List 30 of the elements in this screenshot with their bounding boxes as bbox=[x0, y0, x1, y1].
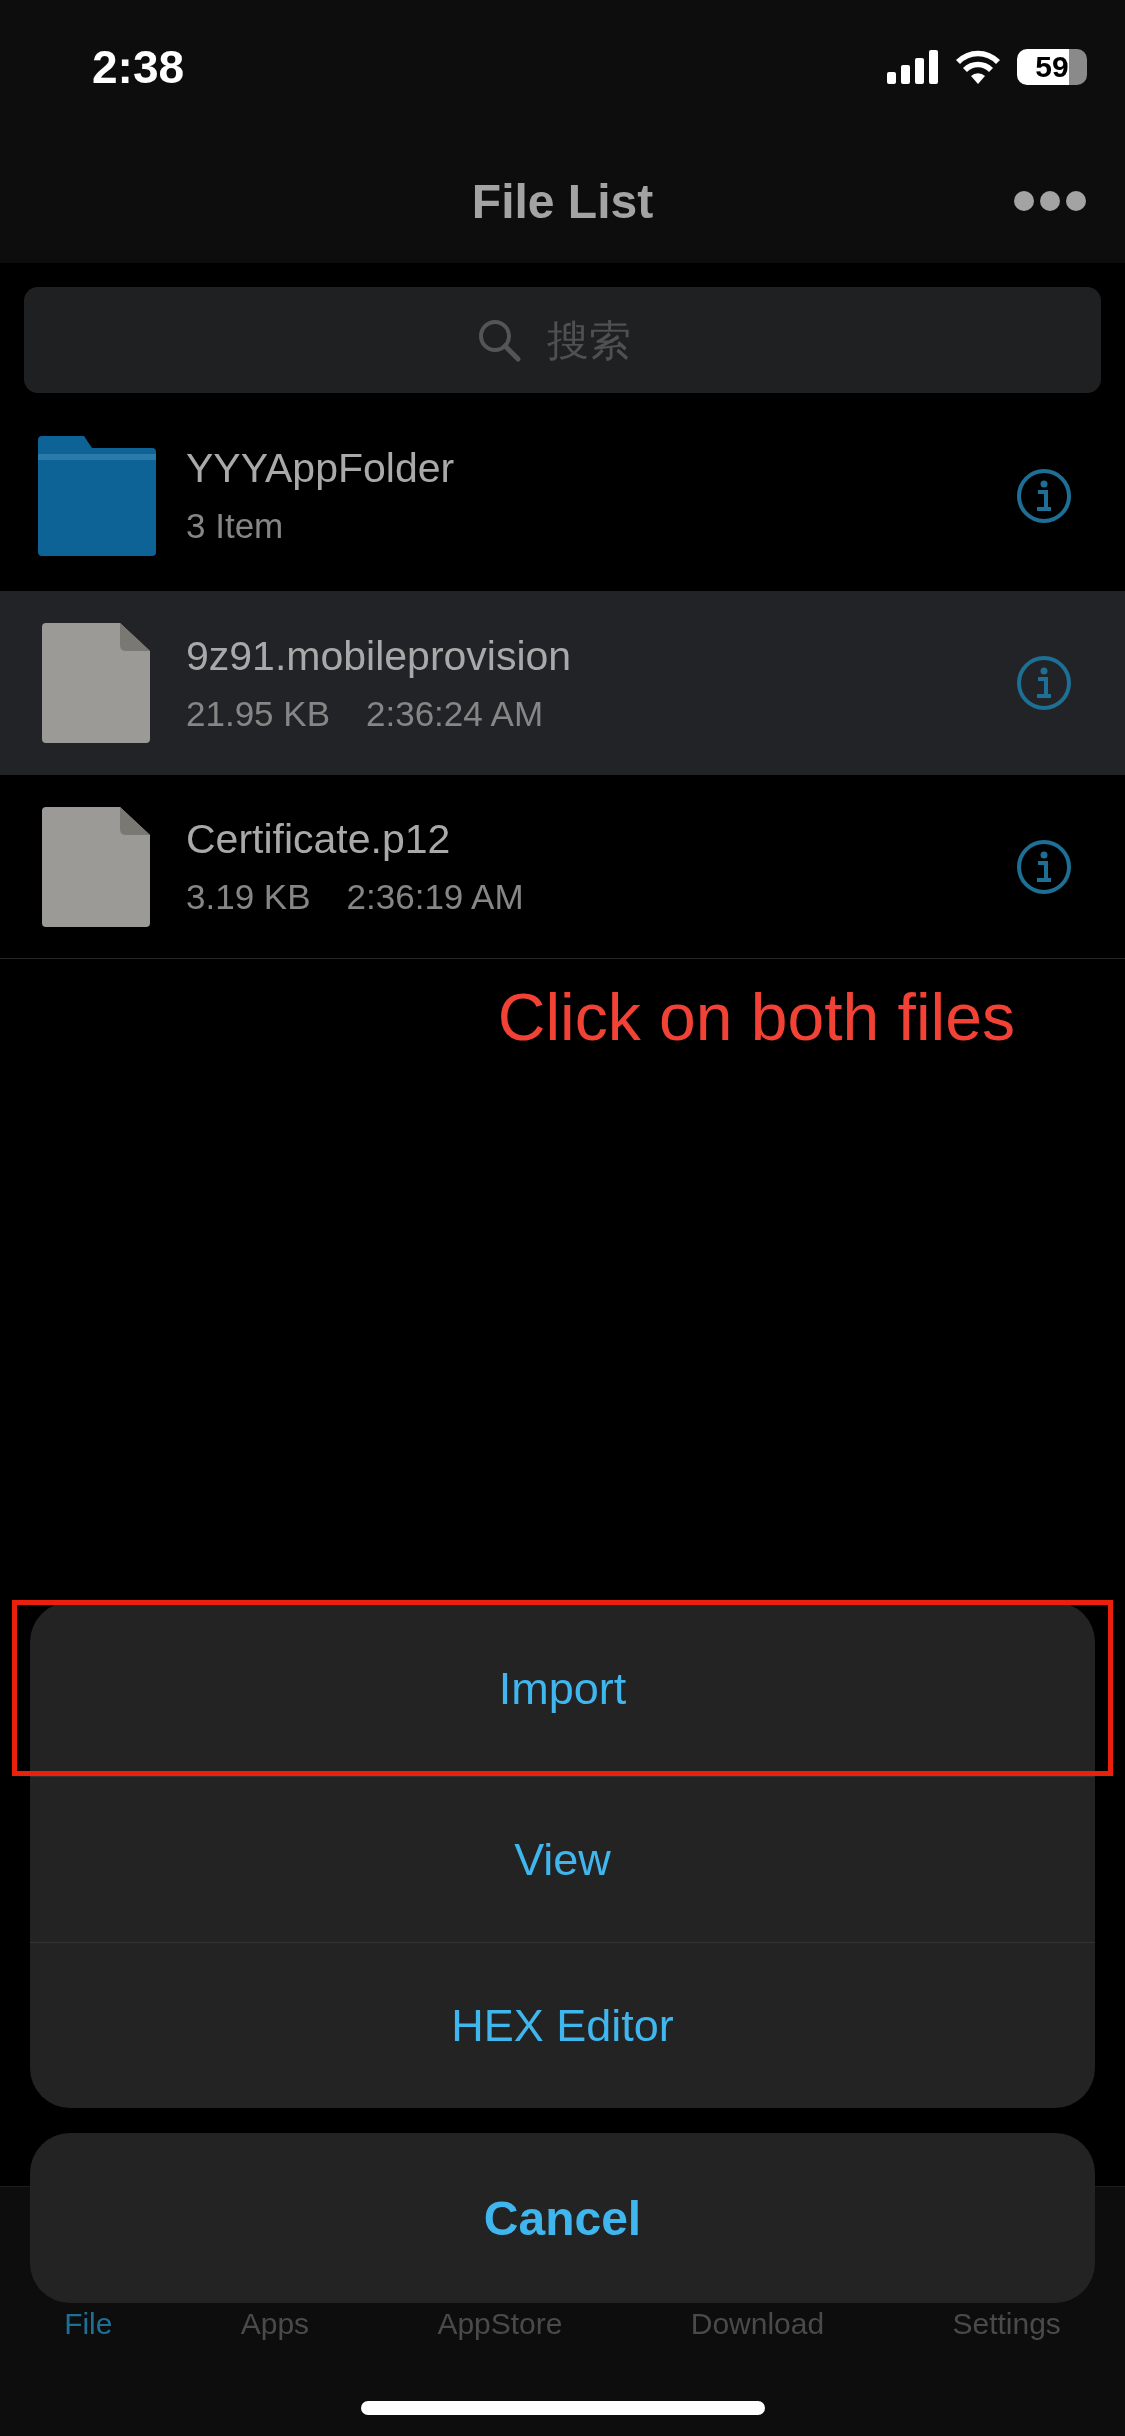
file-row[interactable]: 9z91.mobileprovision 21.95 KB 2:36:24 AM bbox=[0, 591, 1125, 775]
nav-title: File List bbox=[471, 174, 654, 229]
file-name: YYYAppFolder bbox=[186, 445, 456, 492]
action-button[interactable]: Import bbox=[30, 1602, 1095, 1776]
search-icon bbox=[476, 318, 521, 362]
file-row[interactable]: Certificate.p12 3.19 KB 2:36:19 AM bbox=[0, 775, 1125, 959]
file-detail: 3 Item bbox=[186, 506, 284, 546]
info-icon bbox=[1016, 655, 1072, 711]
action-button[interactable]: HEX Editor bbox=[30, 1942, 1095, 2108]
action-button[interactable]: View bbox=[30, 1776, 1095, 1942]
info-icon bbox=[1016, 467, 1072, 524]
file-row[interactable]: YYYAppFolder 3 Item bbox=[0, 400, 1125, 591]
cancel-button[interactable]: Cancel bbox=[30, 2133, 1095, 2303]
status-time: 2:38 bbox=[92, 40, 185, 94]
battery-percent: 59 bbox=[1035, 50, 1069, 84]
file-icon bbox=[42, 806, 150, 927]
file-detail: 21.95 KB bbox=[186, 693, 330, 734]
tab[interactable]: File bbox=[64, 2309, 113, 2339]
file-name: Certificate.p12 bbox=[186, 816, 452, 863]
info-icon bbox=[1016, 838, 1072, 895]
signal-icon bbox=[887, 50, 939, 84]
annotation-text: Click on both files bbox=[497, 979, 1015, 1055]
folder-icon bbox=[36, 435, 156, 556]
file-detail: 2:36:19 AM bbox=[346, 877, 524, 917]
file-name: 9z91.mobileprovision bbox=[186, 632, 573, 680]
file-detail: 2:36:24 AM bbox=[366, 693, 544, 734]
wifi-icon bbox=[955, 50, 1001, 84]
file-icon bbox=[42, 623, 150, 743]
more-icon[interactable] bbox=[1013, 190, 1087, 212]
file-detail: 3.19 KB bbox=[186, 877, 311, 917]
